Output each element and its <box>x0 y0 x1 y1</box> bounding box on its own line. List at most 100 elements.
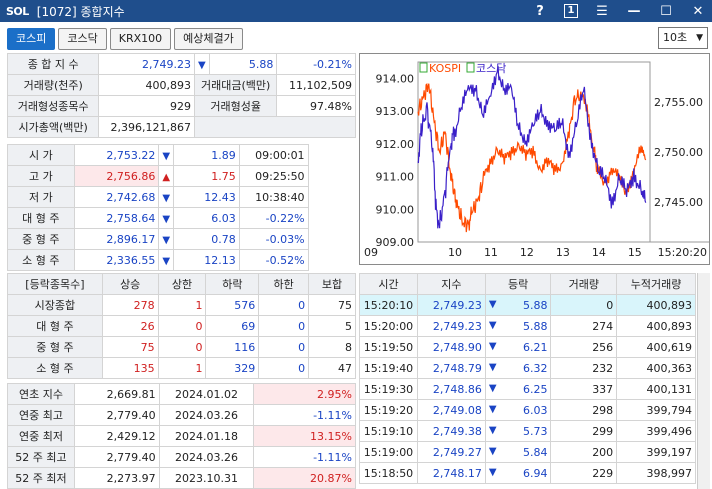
tick-change-value: 6.03 <box>522 403 548 417</box>
tab-expected-price[interactable]: 예상체결가 <box>174 28 243 50</box>
x-tick-label: 10 <box>448 246 462 259</box>
menu-icon[interactable]: ☰ <box>594 4 610 19</box>
tick-cum-volume: 399,496 <box>616 420 696 442</box>
interval-select[interactable]: 10초 ▼ <box>658 27 708 49</box>
left-tick-label: 912.00 <box>376 138 415 151</box>
index-change: 5.88 <box>208 53 278 75</box>
help-icon[interactable]: ? <box>532 4 548 19</box>
tick-cum-volume: 398,997 <box>616 462 696 484</box>
left-tick-label: 914.00 <box>376 72 415 85</box>
tab-kospi[interactable]: 코스피 <box>7 28 56 50</box>
history-label: 52 주 최저 <box>7 467 75 489</box>
history-label: 연중 최저 <box>7 425 75 447</box>
maximize-icon[interactable]: ☐ <box>658 4 674 19</box>
history-value: 2,779.40 <box>73 446 160 468</box>
breadth-down: 116 <box>205 336 260 358</box>
tick-change-value: 5.73 <box>522 424 548 438</box>
index-pct: -0.21% <box>276 53 356 75</box>
tick-scrollbar[interactable] <box>697 273 710 489</box>
history-pct: 2.95% <box>253 383 356 405</box>
x-tick-label: 13 <box>556 246 570 259</box>
left-tick-label: 911.00 <box>376 171 415 184</box>
history-date: 2024.03.26 <box>158 446 255 468</box>
tick-header: 시간 <box>359 273 418 295</box>
minimize-icon[interactable]: — <box>626 4 642 19</box>
history-label: 연중 최고 <box>7 404 75 426</box>
link-group-icon[interactable]: 1 <box>564 4 578 18</box>
history-value: 2,779.40 <box>73 404 160 426</box>
tick-index: 2,748.79 <box>416 357 486 379</box>
down-arrow-icon: ▼ <box>158 249 175 271</box>
tick-time: 15:19:20 <box>359 399 418 421</box>
history-date: 2024.03.26 <box>158 404 255 426</box>
history-date: 2023.10.31 <box>158 467 255 489</box>
tick-cum-volume: 399,197 <box>616 441 696 463</box>
up-arrow-icon: ▲ <box>158 165 175 187</box>
down-arrow-icon: ▼ <box>488 445 497 457</box>
history-label: 52 주 최고 <box>7 446 75 468</box>
tick-table: 시간 지수 등락 거래량 누적거래량 15:20:10 2,749.23 ▼ 5.88 0 400,… <box>359 273 696 484</box>
breadth-down: 576 <box>205 294 260 316</box>
price-table: 시 가 2,753.22 ▼ 1.89 09:00:01 고 가 2,756.86 ▲ 1.75… <box>7 144 356 271</box>
history-label: 연초 지수 <box>7 383 75 405</box>
breadth-limit-down: 0 <box>258 294 310 316</box>
left-tick-label: 910.00 <box>376 203 415 216</box>
tick-change-value: 6.94 <box>522 466 548 480</box>
x-tick-label: 14 <box>592 246 606 259</box>
price-label: 고 가 <box>7 165 75 187</box>
tick-index: 2,749.27 <box>416 441 486 463</box>
price-value: 2,753.22 <box>73 144 160 166</box>
price-change: 1.75 <box>173 165 240 187</box>
tick-index: 2,748.17 <box>416 462 486 484</box>
market-cap-label: 시가총액(백만) <box>6 116 100 138</box>
tick-change-value: 5.88 <box>522 298 548 312</box>
tick-volume: 298 <box>550 399 618 421</box>
interval-value: 10초 <box>663 31 688 44</box>
price-value: 2,742.68 <box>73 186 160 208</box>
tick-volume: 0 <box>550 294 618 316</box>
history-row: 연중 최고 2,779.40 2024.03.26 -1.11% <box>7 404 356 426</box>
legend-kosdaq-label: 코스닥 <box>476 62 506 75</box>
price-change: 6.03 <box>173 207 240 229</box>
tick-volume: 229 <box>550 462 618 484</box>
tick-change-value: 6.32 <box>522 361 548 375</box>
breadth-header: [등락종목수] <box>7 273 103 295</box>
right-tick-label: 2,745.00 <box>654 196 703 209</box>
tick-index: 2,748.90 <box>416 336 486 358</box>
tick-volume: 200 <box>550 441 618 463</box>
price-row: 저 가 2,742.68 ▼ 12.43 10:38:40 <box>7 186 356 208</box>
x-end-label: 15:20:20 <box>658 246 707 259</box>
price-extra: 09:25:50 <box>238 165 309 187</box>
breadth-limit-up: 0 <box>157 315 207 337</box>
left-tick-label: 909.00 <box>376 236 415 249</box>
history-table: 연초 지수 2,669.81 2024.01.02 2.95% 연중 최고 2,779.4… <box>7 383 356 489</box>
breadth-header: 하락 <box>205 273 260 295</box>
tick-time: 15:20:00 <box>359 315 418 337</box>
history-value: 2,669.81 <box>73 383 160 405</box>
history-date: 2024.01.02 <box>158 383 255 405</box>
down-arrow-icon: ▼ <box>488 361 497 373</box>
tick-row: 15:18:50 2,748.17 ▼ 6.94 229 398,997 <box>359 462 696 484</box>
breadth-table: [등락종목수] 상승 상한 하락 하한 보합 시장종합 278 1 576 0 75 대 형 주 26 0 6… <box>7 273 356 379</box>
tick-change: ▼ 5.73 <box>484 420 552 442</box>
close-icon[interactable]: ✕ <box>690 4 706 19</box>
tick-change: ▼ 6.03 <box>484 399 552 421</box>
down-arrow-icon: ▼ <box>488 466 497 478</box>
history-value: 2,429.12 <box>73 425 160 447</box>
breadth-limit-down: 0 <box>258 357 310 379</box>
tab-kosdaq[interactable]: 코스닥 <box>58 28 107 50</box>
price-label: 저 가 <box>7 186 75 208</box>
market-tabs: 코스피 코스닥 KRX100 예상체결가 <box>7 28 243 50</box>
tab-krx100[interactable]: KRX100 <box>109 28 172 50</box>
price-extra: 09:00:01 <box>238 144 309 166</box>
price-value: 2,336.55 <box>73 249 160 271</box>
price-row: 소 형 주 2,336.55 ▼ 12.13 -0.52% <box>7 249 356 271</box>
left-tick-label: 913.00 <box>376 105 415 118</box>
legend-kospi-label: KOSPI <box>429 62 461 75</box>
right-tick-label: 2,750.00 <box>654 146 703 159</box>
tick-change-value: 6.21 <box>522 340 548 354</box>
price-label: 소 형 주 <box>7 249 75 271</box>
tick-index: 2,749.08 <box>416 399 486 421</box>
legend-kosdaq-swatch <box>466 62 475 73</box>
breadth-limit-up: 0 <box>157 336 207 358</box>
